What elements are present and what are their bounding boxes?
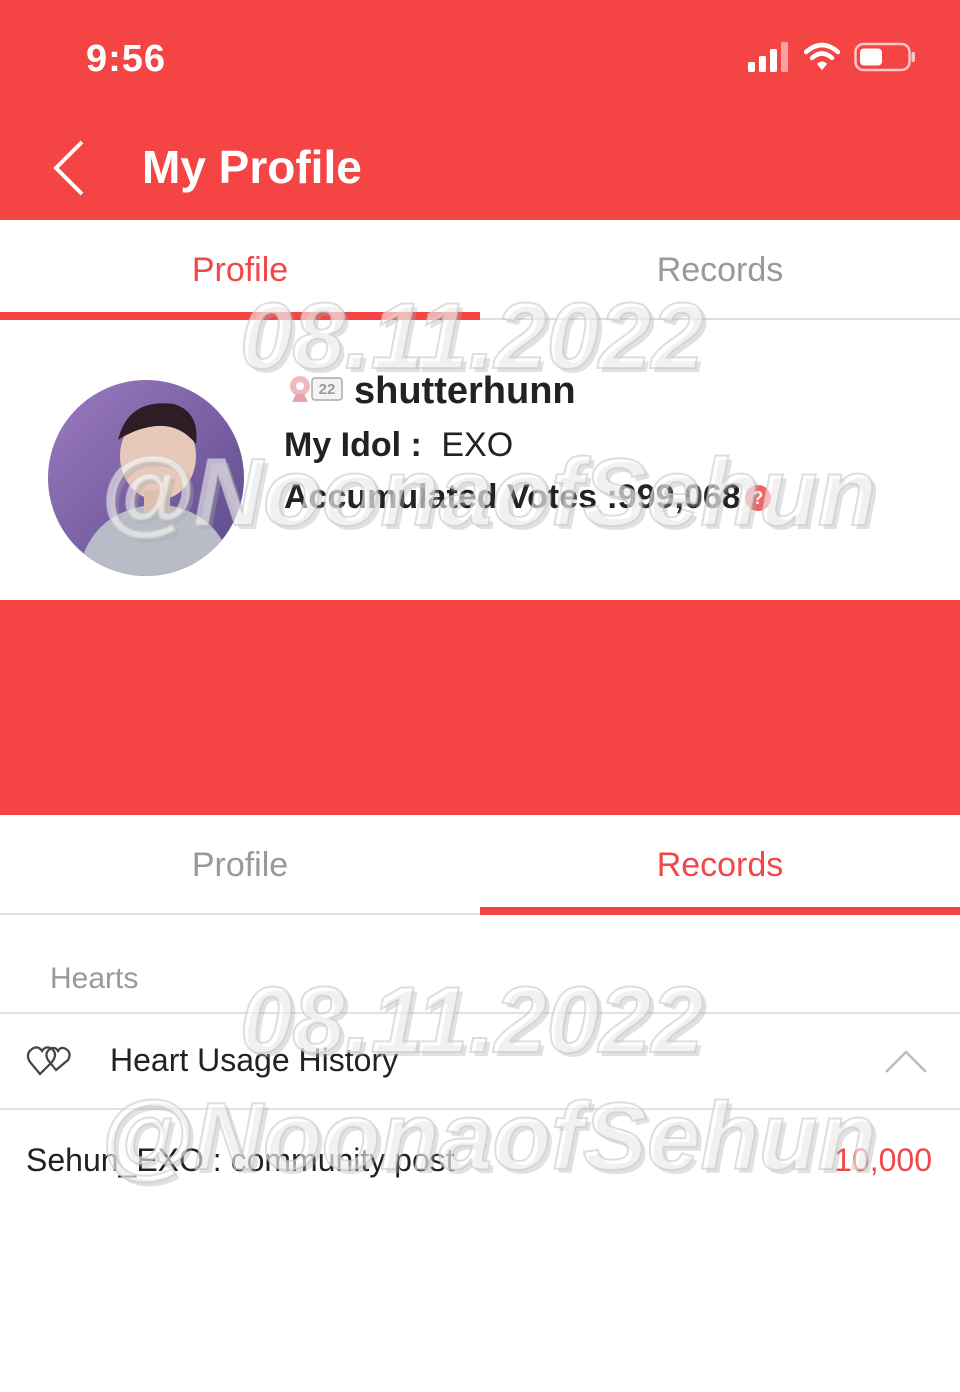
status-time: 9:56 bbox=[86, 38, 167, 80]
votes-value: 999,068 bbox=[617, 478, 741, 516]
wifi-icon bbox=[804, 1236, 840, 1264]
page-title: My Profile bbox=[142, 141, 362, 193]
wifi-icon bbox=[804, 42, 840, 70]
username: shutterhunn bbox=[354, 370, 576, 412]
tab-bar: Profile Records bbox=[0, 220, 960, 320]
tab-records[interactable]: Records bbox=[480, 220, 960, 318]
status-icons bbox=[748, 1236, 916, 1266]
section-label-hearts: Hearts bbox=[50, 962, 139, 995]
tab-profile[interactable]: Profile bbox=[0, 220, 480, 318]
battery-icon bbox=[854, 1236, 915, 1266]
votes-row: Accumulated Votes : 999,068 ? bbox=[284, 478, 771, 517]
record-label: Sehun_EXO : community post bbox=[26, 1142, 455, 1178]
signal-icon bbox=[748, 42, 788, 72]
tab-records[interactable]: Records bbox=[480, 815, 960, 913]
heart-usage-history-label[interactable]: Heart Usage History bbox=[110, 1042, 398, 1079]
idol-value: EXO bbox=[441, 426, 514, 464]
header-bar: 9:56 My Profile bbox=[0, 0, 960, 220]
chevron-up-icon[interactable] bbox=[884, 1048, 928, 1074]
battery-icon bbox=[854, 42, 915, 72]
tab-profile[interactable]: Profile bbox=[0, 815, 480, 913]
divider bbox=[0, 1108, 960, 1110]
divider bbox=[0, 1012, 960, 1014]
header-bar: 9:56 My Profile bbox=[0, 600, 960, 1390]
record-value: 10,000 bbox=[834, 1142, 932, 1178]
status-icons bbox=[748, 42, 916, 72]
idol-row: My Idol : EXO bbox=[284, 426, 513, 465]
level-badge-icon: 22 bbox=[290, 376, 343, 402]
active-tab-indicator bbox=[480, 907, 960, 915]
signal-icon bbox=[748, 1236, 788, 1266]
status-time: 9:56 bbox=[86, 1232, 167, 1274]
tab-bar: Profile Records bbox=[0, 815, 960, 915]
page-title: My Profile bbox=[142, 1335, 362, 1387]
back-chevron-icon[interactable] bbox=[48, 138, 88, 198]
help-icon[interactable]: ? bbox=[744, 484, 771, 511]
back-chevron-icon[interactable] bbox=[48, 1332, 88, 1392]
avatar bbox=[48, 380, 244, 576]
svg-text:22: 22 bbox=[319, 381, 336, 398]
votes-label: Accumulated Votes : bbox=[284, 478, 618, 516]
active-tab-indicator bbox=[0, 312, 480, 320]
idol-label: My Idol : bbox=[284, 426, 422, 464]
hearts-icon bbox=[26, 1046, 71, 1076]
